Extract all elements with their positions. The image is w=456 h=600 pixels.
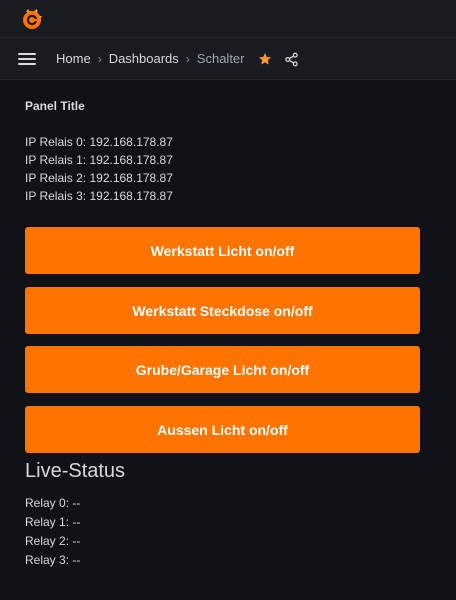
dashboard-panel: Panel Title IP Relais 0: 192.168.178.87 …	[0, 80, 456, 600]
aussen-licht-toggle-button[interactable]: Aussen Licht on/off	[25, 406, 420, 453]
ip-relay-line: IP Relais 0: 192.168.178.87	[25, 135, 173, 149]
grafana-logo-icon[interactable]	[20, 7, 44, 31]
breadcrumb-separator: ›	[185, 52, 190, 66]
top-bar	[0, 0, 456, 38]
live-status-heading: Live-Status	[25, 460, 126, 482]
breadcrumb-current-dashboard: Schalter	[196, 51, 245, 66]
breadcrumb-separator: ›	[97, 52, 102, 66]
grube-garage-licht-toggle-button[interactable]: Grube/Garage Licht on/off	[25, 346, 420, 393]
ip-relay-line: IP Relais 3: 192.168.178.87	[25, 189, 173, 203]
relay-status-line: Relay 0: --	[25, 496, 81, 510]
relay-status-list: Relay 0: -- Relay 1: -- Relay 2: -- Rela…	[25, 496, 80, 572]
dashboard-navbar: Home › Dashboards › Schalter	[0, 38, 456, 80]
relay-status-line: Relay 2: --	[25, 534, 81, 548]
relay-status-line: Relay 3: --	[25, 553, 81, 567]
werkstatt-licht-toggle-button[interactable]: Werkstatt Licht on/off	[25, 227, 420, 274]
breadcrumb-dashboards[interactable]: Dashboards	[109, 51, 179, 67]
ip-relay-line: IP Relais 1: 192.168.178.87	[25, 153, 173, 167]
breadcrumb-home[interactable]: Home	[56, 51, 91, 67]
star-icon[interactable]	[258, 52, 272, 66]
ip-relay-line: IP Relais 2: 192.168.178.87	[25, 171, 173, 185]
ip-relay-list: IP Relais 0: 192.168.178.87 IP Relais 1:…	[25, 135, 173, 207]
werkstatt-steckdose-toggle-button[interactable]: Werkstatt Steckdose on/off	[25, 287, 420, 334]
panel-title[interactable]: Panel Title	[25, 99, 85, 113]
breadcrumb: Home › Dashboards › Schalter	[56, 51, 299, 67]
relay-status-line: Relay 1: --	[25, 515, 81, 529]
hamburger-menu-icon[interactable]	[18, 51, 38, 67]
share-icon[interactable]	[284, 52, 299, 67]
